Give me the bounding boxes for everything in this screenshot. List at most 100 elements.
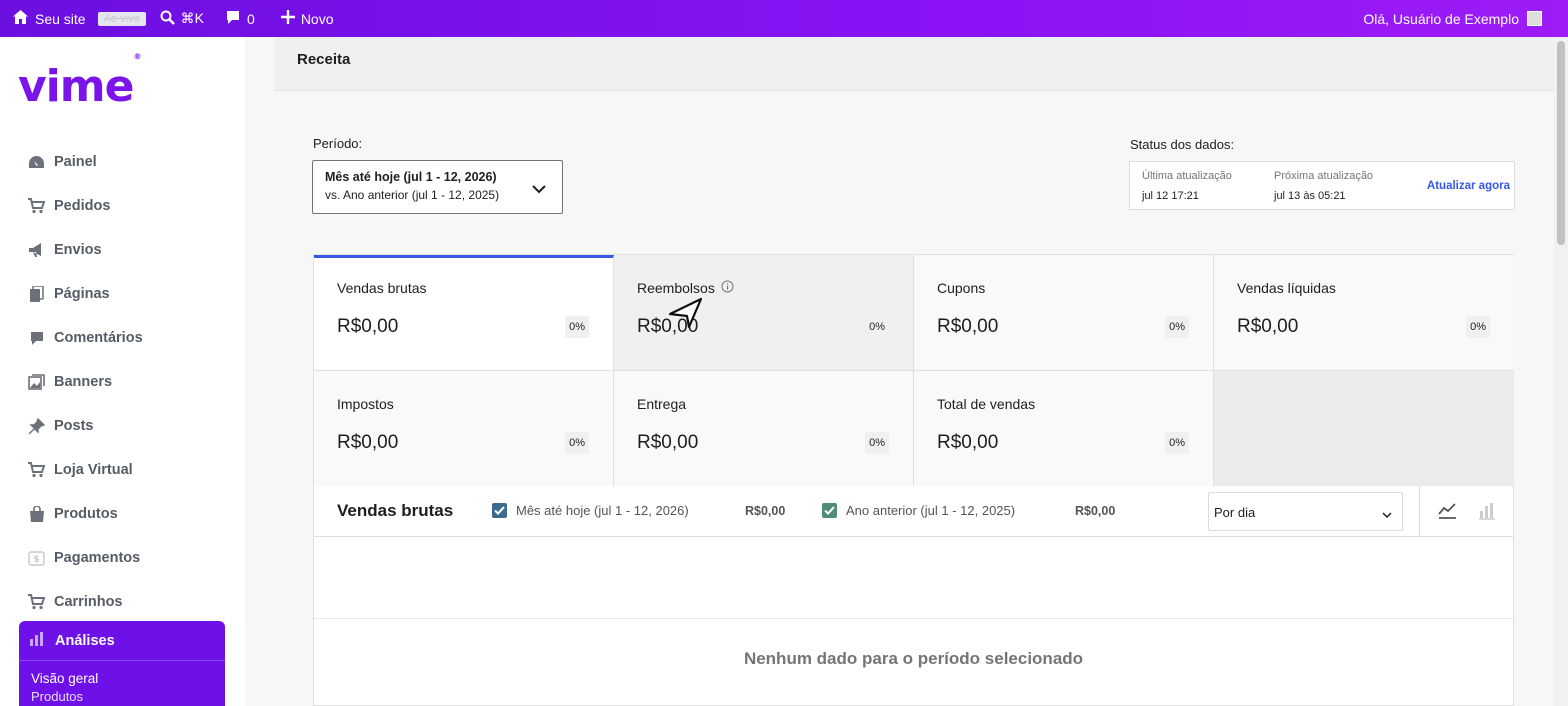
refresh-now-link[interactable]: Atualizar agora xyxy=(1427,180,1510,192)
sidebar-item-label: Carrinhos xyxy=(54,594,123,610)
sidebar-item-label: Pedidos xyxy=(54,198,111,214)
legend-label: Ano anterior (jul 1 - 12, 2025) xyxy=(846,503,1016,518)
kpi-card[interactable]: Impostos R$0,00 0% xyxy=(314,371,614,487)
kpi-card[interactable]: Vendas líquidas R$0,00 0% xyxy=(1214,255,1514,371)
bar-chart-icon[interactable] xyxy=(1479,502,1495,525)
pin-icon xyxy=(28,417,45,435)
kpi-card[interactable]: Cupons R$0,00 0% xyxy=(914,255,1214,371)
new-label: Novo xyxy=(300,10,334,27)
cart-icon xyxy=(28,462,45,479)
kpi-grid: Total de vendas R$0,00 0% Entrega R$0,00 0% Im… xyxy=(313,254,1514,487)
megaphone-icon xyxy=(28,242,45,259)
kpi-card[interactable]: Vendas brutas R$0,00 0% xyxy=(314,255,614,371)
scrollbar-thumb[interactable] xyxy=(1557,41,1565,245)
kpi-value: R$0,00 xyxy=(337,316,399,337)
sidebar-item-carrinhos[interactable]: Carrinhos xyxy=(0,580,245,624)
sidebar-menu: Painel Pedidos Envios Páginas Comentários Ban… xyxy=(0,140,245,624)
page-title: Receita xyxy=(297,51,351,68)
logo[interactable]: vime® xyxy=(18,52,141,112)
sidebar-item-label: Envios xyxy=(54,242,102,258)
greeting: Olá, Usuário de Exemplo xyxy=(1363,10,1519,27)
legend-value: R$0,00 xyxy=(745,504,786,518)
sidebar-item-label: Loja Virtual xyxy=(54,462,133,478)
line-chart-icon[interactable] xyxy=(1438,502,1457,525)
interval-value: Por dia xyxy=(1214,505,1256,520)
divider xyxy=(1419,486,1420,537)
kpi-label: Entrega xyxy=(637,396,687,412)
kpi-card[interactable]: Reembolsos R$0,00 0% xyxy=(614,255,914,371)
sidebar-item-loja-virtual[interactable]: Loja Virtual xyxy=(0,448,245,492)
sidebar-item-analises[interactable]: Análises Visão geral Produtos xyxy=(19,621,225,706)
kpi-card[interactable]: Entrega R$0,00 0% xyxy=(614,371,914,487)
kpi-empty-cell xyxy=(1214,371,1514,487)
comments-count: 0 xyxy=(247,10,255,27)
chart-header: Vendas brutas Mês até hoje (jul 1 - 12, … xyxy=(314,486,1513,537)
kpi-label: Impostos xyxy=(337,396,394,412)
checkbox-icon[interactable] xyxy=(822,503,837,518)
sidebar-item-envios[interactable]: Envios xyxy=(0,228,245,272)
sidebar-item-label: Banners xyxy=(54,374,113,390)
info-icon[interactable] xyxy=(721,280,734,296)
plus-icon xyxy=(280,10,295,27)
sidebar-item-label: Comentários xyxy=(54,330,143,346)
submenu-produtos[interactable]: Produtos xyxy=(19,689,225,704)
sidebar: vime® Painel Pedidos Envios Páginas Comentár… xyxy=(0,37,245,706)
last-update-label: Última atualização xyxy=(1142,170,1232,182)
legend-current[interactable]: Mês até hoje (jul 1 - 12, 2026) xyxy=(492,503,689,518)
interval-select[interactable]: Por dia xyxy=(1208,492,1403,531)
kpi-delta-badge: 0% xyxy=(1165,432,1189,454)
sidebar-item-label: Páginas xyxy=(54,286,110,302)
sidebar-item-label: Pagamentos xyxy=(54,550,141,566)
search-shortcut: ⌘K xyxy=(180,10,205,26)
sidebar-item-posts[interactable]: Posts xyxy=(0,404,245,448)
kpi-label: Reembolsos xyxy=(637,280,734,296)
checkbox-icon[interactable] xyxy=(492,503,507,518)
cart-icon xyxy=(28,198,45,215)
comment-icon xyxy=(225,10,241,28)
scrollbar[interactable] xyxy=(1554,37,1568,706)
kpi-delta-badge: 0% xyxy=(1466,316,1490,338)
period-select[interactable]: Mês até hoje (jul 1 - 12, 2026) vs. Ano … xyxy=(312,160,563,214)
sidebar-item-banners[interactable]: Banners xyxy=(0,360,245,404)
sidebar-item-comentarios[interactable]: Comentários xyxy=(0,316,245,360)
legend-previous[interactable]: Ano anterior (jul 1 - 12, 2025) xyxy=(822,503,1015,518)
shopping-bag-icon xyxy=(28,505,45,523)
submenu-visao-geral[interactable]: Visão geral xyxy=(19,661,225,686)
sidebar-item-label: Posts xyxy=(54,418,94,434)
site-link[interactable]: Seu site Ao vivo xyxy=(12,9,146,28)
comment-icon xyxy=(28,330,45,347)
kpi-value: R$0,00 xyxy=(937,432,999,453)
period-compare: vs. Ano anterior (jul 1 - 12, 2025) xyxy=(325,188,500,202)
kpi-delta-badge: 0% xyxy=(565,432,589,454)
next-update-value: jul 13 às 05:21 xyxy=(1274,190,1346,202)
kpi-value: R$0,00 xyxy=(937,316,999,337)
account-menu[interactable]: Olá, Usuário de Exemplo xyxy=(1363,0,1542,37)
chevron-down-icon xyxy=(1382,507,1392,522)
new-button[interactable]: Novo xyxy=(280,10,334,27)
kpi-value: R$0,00 xyxy=(637,432,699,453)
period-label: Período: xyxy=(313,136,363,151)
kpi-value: R$0,00 xyxy=(1237,316,1299,337)
next-update-label: Próxima atualização xyxy=(1274,170,1374,182)
page-header: Receita xyxy=(274,37,1554,91)
pages-icon xyxy=(28,285,45,303)
mouse-cursor-icon xyxy=(668,296,704,335)
sidebar-item-produtos[interactable]: Produtos xyxy=(0,492,245,536)
sidebar-item-paginas[interactable]: Páginas xyxy=(0,272,245,316)
chevron-down-icon xyxy=(532,181,546,199)
sidebar-item-pagamentos[interactable]: $ Pagamentos xyxy=(0,536,245,580)
comments-button[interactable]: 0 xyxy=(225,10,255,28)
sidebar-item-label: Painel xyxy=(54,154,97,170)
sidebar-item-painel[interactable]: Painel xyxy=(0,140,245,184)
live-badge: Ao vivo xyxy=(97,11,146,26)
kpi-label: Total de vendas xyxy=(937,396,1036,412)
kpi-card[interactable]: Total de vendas R$0,00 0% xyxy=(914,371,1214,487)
search-button[interactable]: ⌘K xyxy=(160,10,204,28)
sidebar-item-pedidos[interactable]: Pedidos xyxy=(0,184,245,228)
search-icon xyxy=(160,10,175,28)
kpi-delta-badge: 0% xyxy=(1165,316,1189,338)
dashboard-icon xyxy=(28,154,45,171)
legend-label: Mês até hoje (jul 1 - 12, 2026) xyxy=(516,503,689,518)
kpi-delta-badge: 0% xyxy=(865,432,889,454)
sidebar-item-label: Análises xyxy=(55,632,115,649)
